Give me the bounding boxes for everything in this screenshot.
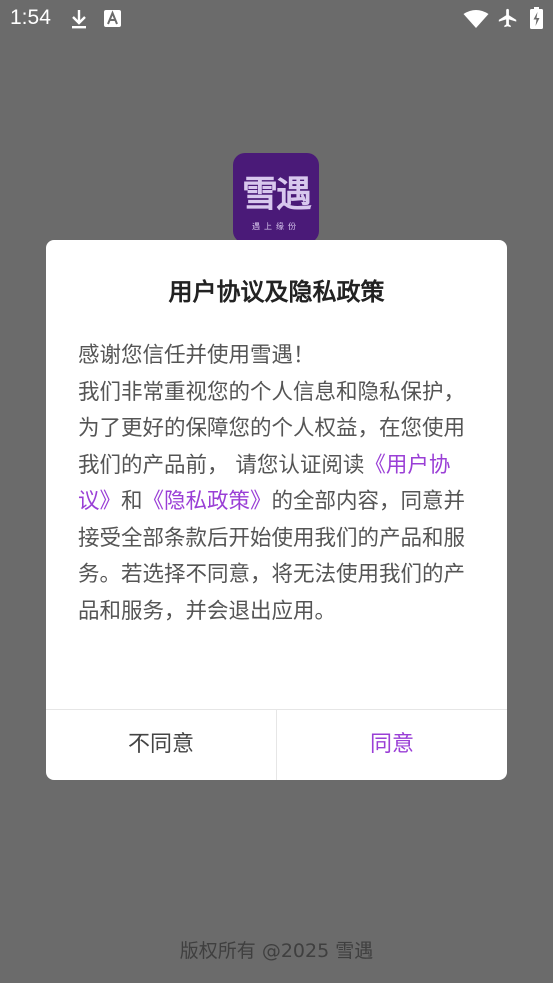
app-logo-subtext: 遇上缘份 — [252, 222, 300, 231]
dialog-body-line1: 感谢您信任并使用雪遇！ — [78, 343, 315, 368]
wifi-icon — [463, 10, 489, 28]
privacy-policy-link[interactable]: 《隐私政策》 — [143, 489, 272, 514]
disagree-button[interactable]: 不同意 — [46, 710, 276, 780]
copyright-footer: 版权所有 @2025 雪遇 — [179, 940, 374, 962]
app-logo-text: 雪遇 — [241, 174, 312, 215]
dialog-body-and: 和 — [121, 489, 143, 514]
status-time: 1:54 — [10, 6, 51, 29]
privacy-dialog: 用户协议及隐私政策 感谢您信任并使用雪遇！ 我们非常重视您的个人信息和隐私保护，为… — [46, 240, 507, 780]
agree-button[interactable]: 同意 — [277, 710, 507, 780]
dialog-title: 用户协议及隐私政策 — [168, 278, 385, 306]
battery-icon — [530, 7, 543, 29]
airplane-icon — [498, 8, 517, 28]
a-badge-icon — [104, 10, 121, 27]
status-bar: 1:54 — [0, 0, 553, 38]
download-icon — [72, 10, 86, 29]
dialog-body: 感谢您信任并使用雪遇！ 我们非常重视您的个人信息和隐私保护，为了更好的保障您的个人… — [78, 338, 480, 630]
app-logo: 雪遇 遇上缘份 — [233, 153, 319, 243]
screen: 1:54 雪遇 遇上缘份 用户协议及隐私政策 感谢您信任并使用雪遇！ 我们非常重视… — [0, 0, 553, 983]
